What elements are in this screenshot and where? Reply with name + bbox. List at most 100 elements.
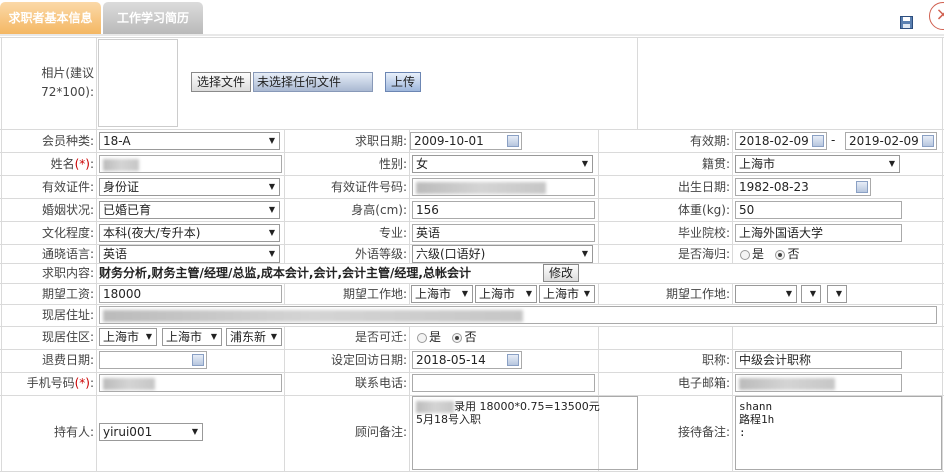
- grid-line: [0, 152, 944, 153]
- modify-job-content-button[interactable]: 修改: [543, 264, 579, 282]
- residence-district-select[interactable]: 浦东新 ▼: [226, 328, 282, 346]
- holder-select[interactable]: yirui001 ▼: [99, 423, 203, 441]
- education-label: 文化程度:: [41, 226, 94, 240]
- grid-line: [284, 129, 285, 263]
- grid-line: [284, 283, 285, 304]
- education-select[interactable]: 本科(夜大/专升本) ▼: [99, 224, 280, 242]
- id-number-label: 有效证件号码:: [330, 180, 407, 194]
- height-label: 身高(cm):: [351, 203, 407, 217]
- redacted-email: [739, 377, 835, 390]
- weight-input[interactable]: 50: [735, 201, 902, 219]
- native-place-label: 籍贯:: [701, 157, 730, 171]
- marital-select[interactable]: 已婚已育 ▼: [99, 201, 280, 219]
- overseas-yes-radio[interactable]: [740, 249, 750, 260]
- school-input[interactable]: 上海外国语大学: [735, 224, 902, 242]
- refund-date-label: 退费日期:: [41, 353, 94, 367]
- residence-city-select[interactable]: 上海市 ▼: [162, 328, 222, 346]
- valid-period-label: 有效期:: [689, 134, 730, 148]
- work-location-district-select[interactable]: 上海市 ▼: [539, 285, 595, 303]
- id-type-select[interactable]: 身份证 ▼: [99, 178, 280, 196]
- tab-basic-info[interactable]: 求职者基本信息: [0, 2, 101, 34]
- apply-date-input[interactable]: 2009-10-01: [410, 132, 522, 150]
- phone-input[interactable]: [412, 374, 595, 392]
- salary-input[interactable]: 18000: [99, 285, 282, 303]
- major-input[interactable]: 英语: [412, 224, 595, 242]
- close-icon[interactable]: ×: [929, 2, 944, 30]
- relocate-no-label: 否: [464, 330, 477, 344]
- language-level-select[interactable]: 六级(口语好) ▼: [412, 245, 593, 263]
- calendar-icon[interactable]: [856, 181, 868, 193]
- mobile-input[interactable]: [99, 374, 282, 392]
- work-location2-province-select[interactable]: ▼: [735, 285, 797, 303]
- member-type-label: 会员种类:: [41, 134, 94, 148]
- tab-underline: [0, 34, 944, 36]
- title-input[interactable]: 中级会计职称: [735, 351, 902, 369]
- overseas-no-radio[interactable]: [775, 249, 786, 260]
- save-disk-icon[interactable]: [900, 16, 913, 29]
- relocate-yes-label: 是: [429, 330, 442, 344]
- tab-work-study-resume[interactable]: 工作学习简历: [103, 2, 203, 34]
- major-label: 专业:: [378, 226, 407, 240]
- email-label: 电子邮箱:: [677, 376, 730, 390]
- grid-line: [732, 283, 733, 304]
- language-select[interactable]: 英语 ▼: [99, 245, 280, 263]
- relocate-yes-radio[interactable]: [417, 332, 427, 343]
- birth-date-label: 出生日期:: [677, 180, 730, 194]
- upload-button[interactable]: 上传: [385, 72, 421, 92]
- relocate-no-radio[interactable]: [452, 332, 463, 343]
- grid-line: [96, 37, 97, 471]
- work-location-city-select[interactable]: 上海市 ▼: [475, 285, 537, 303]
- calendar-icon[interactable]: [507, 354, 519, 366]
- reception-note-label: 接待备注:: [677, 425, 730, 439]
- id-number-input[interactable]: [412, 178, 595, 196]
- photo-label-size: 72*100):: [41, 85, 94, 99]
- work-location-province-select[interactable]: 上海市 ▼: [411, 285, 473, 303]
- email-input[interactable]: [735, 374, 902, 392]
- residence-province-select[interactable]: 上海市 ▼: [99, 328, 157, 346]
- calendar-icon[interactable]: [192, 354, 204, 366]
- grid-line: [0, 221, 944, 222]
- birth-date-input[interactable]: 1982-08-23: [735, 178, 871, 196]
- grid-line: [0, 198, 944, 199]
- language-level-label: 外语等级:: [354, 247, 407, 261]
- name-input[interactable]: [99, 155, 282, 173]
- work-location2-city-select[interactable]: ▼: [801, 285, 821, 303]
- redacted-name: [103, 158, 139, 171]
- revisit-date-input[interactable]: 2018-05-14: [412, 351, 522, 369]
- grid-line: [598, 283, 599, 304]
- address-input[interactable]: [99, 306, 937, 324]
- school-label: 毕业院校:: [677, 226, 730, 240]
- calendar-icon[interactable]: [812, 135, 824, 147]
- native-place-select[interactable]: 上海市 ▼: [735, 155, 900, 173]
- gender-select[interactable]: 女 ▼: [412, 155, 593, 173]
- overseas-yes-label: 是: [752, 247, 765, 261]
- reception-note-textarea[interactable]: shann 路程1h :: [735, 396, 942, 470]
- member-type-select[interactable]: 18-A ▼: [99, 132, 280, 150]
- redacted-note-name: [416, 401, 454, 413]
- redacted-address: [103, 309, 523, 322]
- valid-start-input[interactable]: 2018-02-09: [735, 132, 827, 150]
- apply-date-label: 求职日期:: [354, 134, 407, 148]
- calendar-icon[interactable]: [507, 135, 519, 147]
- refund-date-input[interactable]: [99, 351, 207, 369]
- job-content-value: 财务分析,财务主管/经理/总监,成本会计,会计,会计主管/经理,总帐会计: [99, 266, 471, 280]
- height-input[interactable]: 156: [412, 201, 595, 219]
- revisit-date-label: 设定回访日期:: [330, 353, 407, 367]
- id-type-label: 有效证件:: [41, 180, 94, 194]
- language-label: 通晓语言:: [41, 247, 94, 261]
- calendar-icon[interactable]: [922, 135, 934, 147]
- choose-file-button[interactable]: 选择文件: [191, 72, 251, 92]
- relocate-label: 是否可迁:: [354, 330, 407, 344]
- job-content-label: 求职内容:: [41, 266, 94, 280]
- grid-line: [284, 326, 285, 471]
- grid-line: [942, 37, 943, 471]
- valid-end-input[interactable]: 2019-02-09: [845, 132, 937, 150]
- overseas-label: 是否海归:: [677, 247, 730, 261]
- title-label: 职称:: [701, 353, 730, 367]
- work-location2-district-select[interactable]: ▼: [827, 285, 847, 303]
- grid-line: [598, 129, 599, 263]
- grid-line: [732, 326, 733, 471]
- grid-line: [0, 283, 944, 284]
- marital-label: 婚姻状况:: [41, 203, 94, 217]
- photo-label: 相片(建议: [41, 66, 94, 80]
